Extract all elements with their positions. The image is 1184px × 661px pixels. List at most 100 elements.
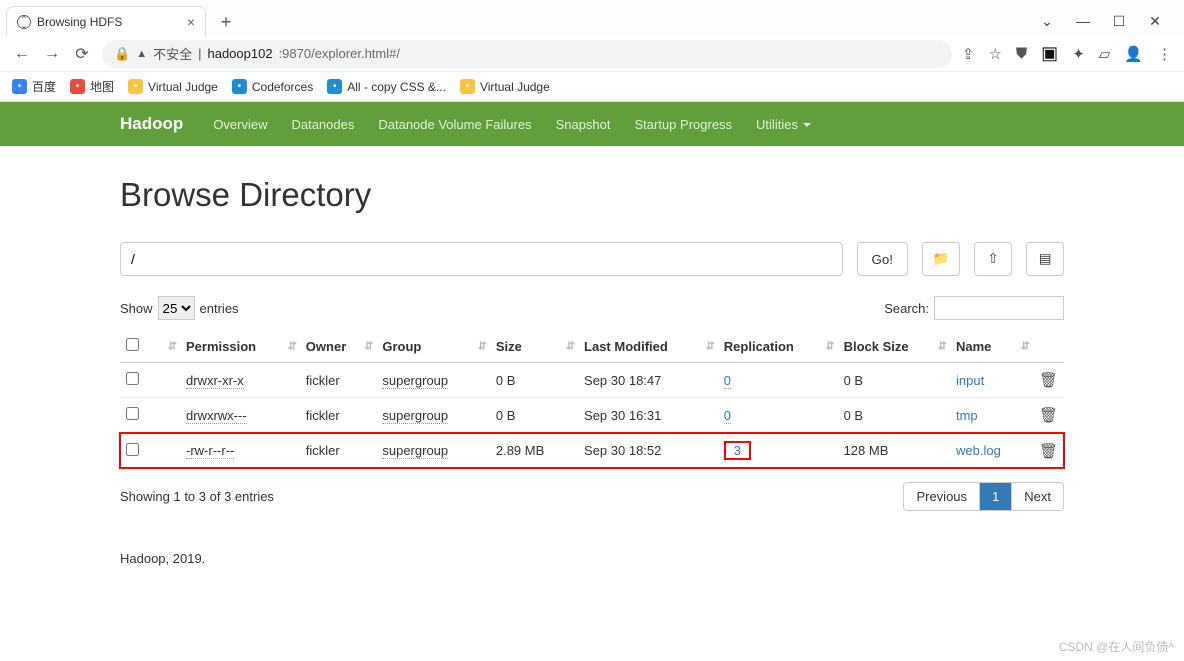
watermark: CSDN @在人间负债^ (1059, 638, 1174, 655)
select-all-checkbox[interactable] (126, 338, 139, 351)
permission: -rw-r--r-- (186, 443, 234, 459)
owner: fickler (300, 433, 377, 469)
folder-icon: 📁 (933, 251, 950, 267)
maximize-icon[interactable]: ☐ (1104, 13, 1134, 30)
col-replication[interactable]: Replication ⇵ (718, 330, 838, 363)
cut-button[interactable]: ▤ (1026, 242, 1064, 276)
upload-button[interactable]: ⇧ (974, 242, 1012, 276)
col-group[interactable]: Group⇵ (376, 330, 490, 363)
table-row: drwxr-xr-xficklersupergroup0 BSep 30 18:… (120, 363, 1064, 398)
col-block-size[interactable]: Block Size ⇵ (838, 330, 950, 363)
replication-value[interactable]: 0 (724, 408, 731, 424)
back-button[interactable]: ← (12, 45, 32, 63)
nav-snapshot[interactable]: Snapshot (556, 117, 611, 132)
bookmark-label: All - copy CSS &... (347, 80, 446, 94)
bookmark-item[interactable]: • 百度 (12, 78, 56, 95)
globe-icon (17, 15, 31, 29)
nav-startup[interactable]: Startup Progress (635, 117, 733, 132)
tab-title: Browsing HDFS (37, 15, 122, 29)
sort-icon[interactable]: ⇵ (1021, 340, 1027, 353)
bookmark-item[interactable]: •Virtual Judge (128, 79, 218, 94)
brand[interactable]: Hadoop (120, 114, 183, 134)
file-name-link[interactable]: web.log (956, 443, 1001, 458)
bookmark-item[interactable]: •Codeforces (232, 79, 313, 94)
favicon: • (128, 79, 143, 94)
col-label: Replication (724, 339, 794, 354)
col-permission[interactable]: Permission⇵ (180, 330, 300, 363)
file-name-link[interactable]: input (956, 373, 984, 388)
col-label: Name (956, 339, 991, 354)
row-checkbox[interactable] (126, 372, 139, 385)
menu-icon[interactable]: ⋮ (1157, 45, 1172, 63)
trash-icon[interactable]: 🗑 (1039, 372, 1058, 389)
favicon: • (12, 79, 27, 94)
upload-icon: ⇧ (987, 251, 998, 267)
sort-icon[interactable]: ⇵ (478, 340, 484, 353)
new-tab-button[interactable]: + (212, 8, 240, 36)
browser-tab[interactable]: Browsing HDFS × (6, 6, 206, 36)
close-window-icon[interactable]: ✕ (1140, 13, 1170, 30)
col-owner[interactable]: Owner⇵ (300, 330, 377, 363)
bookmark-item[interactable]: •Virtual Judge (460, 79, 550, 94)
size: 0 B (490, 398, 578, 433)
replication-value[interactable]: 0 (724, 373, 731, 389)
bookmark-item[interactable]: •地图 (70, 78, 114, 95)
page-size-select[interactable]: 25 (158, 296, 195, 320)
close-icon[interactable]: × (187, 14, 195, 30)
row-checkbox[interactable] (126, 407, 139, 420)
table-controls: Show 25 entries Search: (120, 296, 1064, 320)
sort-icon[interactable]: ⇵ (288, 340, 294, 353)
nav-datanodes[interactable]: Datanodes (291, 117, 354, 132)
col-label: Block Size (844, 339, 909, 354)
sort-icon[interactable]: ⇵ (168, 340, 174, 353)
next-page[interactable]: Next (1011, 483, 1063, 510)
trash-icon[interactable]: 🗑 (1039, 443, 1058, 460)
col-size[interactable]: Size⇵ (490, 330, 578, 363)
forward-button[interactable]: → (42, 45, 62, 63)
star-icon[interactable]: ☆ (988, 45, 1001, 63)
profile-icon[interactable]: 👤 (1124, 45, 1143, 63)
col-name[interactable]: Name ⇵ (950, 330, 1033, 363)
nav-utilities[interactable]: Utilities (756, 117, 811, 132)
newdir-button[interactable]: 📁 (922, 242, 960, 276)
ext2-icon[interactable]: ▱ (1099, 45, 1111, 63)
puzzle-icon[interactable]: ✦ (1072, 45, 1085, 63)
nav-overview[interactable]: Overview (213, 117, 267, 132)
warning-icon: ▲ (136, 48, 147, 60)
url-input[interactable]: 🔒 ▲ 不安全 | hadoop102:9870/explorer.html#/ (102, 40, 952, 68)
minimize-icon[interactable]: — (1068, 13, 1098, 29)
prev-page[interactable]: Previous (904, 483, 979, 510)
col-last-modified[interactable]: Last Modified⇵ (578, 330, 718, 363)
url-host: hadoop102 (207, 46, 272, 61)
trash-icon[interactable]: 🗑 (1039, 407, 1058, 424)
file-name-link[interactable]: tmp (956, 408, 978, 423)
ext1-icon[interactable]: ▣ (1041, 43, 1058, 64)
shield-icon[interactable]: ⛊ (1016, 45, 1027, 62)
bookmark-label: 百度 (32, 78, 56, 95)
replication-value[interactable]: 3 (724, 441, 751, 460)
search-label: Search: (884, 301, 929, 316)
go-button[interactable]: Go! (857, 242, 908, 276)
owner: fickler (300, 398, 377, 433)
favicon: • (460, 79, 475, 94)
search-input[interactable] (934, 296, 1064, 320)
sort-icon[interactable]: ⇵ (825, 340, 831, 353)
reload-button[interactable]: ⟳ (72, 44, 92, 64)
sort-icon[interactable]: ⇵ (566, 340, 572, 353)
sort-icon[interactable]: ⇵ (938, 340, 944, 353)
table-info: Showing 1 to 3 of 3 entries (120, 489, 274, 504)
sort-icon[interactable]: ⇵ (706, 340, 712, 353)
path-input[interactable] (120, 242, 843, 276)
chevron-down-icon[interactable]: ⌄ (1032, 13, 1062, 30)
list-icon: ▤ (1039, 251, 1052, 267)
row-checkbox[interactable] (126, 443, 139, 456)
share-icon[interactable]: ⇪ (962, 45, 975, 63)
toolbar-icons: ⇪ ☆ ⛊ ▣ ✦ ▱ 👤 ⋮ (962, 43, 1172, 64)
bookmark-item[interactable]: •All - copy CSS &... (327, 79, 446, 94)
permission: drwxrwx--- (186, 408, 247, 424)
sort-icon[interactable]: ⇵ (364, 340, 370, 353)
nav-failures[interactable]: Datanode Volume Failures (378, 117, 531, 132)
page-1[interactable]: 1 (979, 483, 1011, 510)
file-table: ⇵ Permission⇵Owner⇵Group⇵Size⇵Last Modif… (120, 330, 1064, 468)
favicon: • (232, 79, 247, 94)
